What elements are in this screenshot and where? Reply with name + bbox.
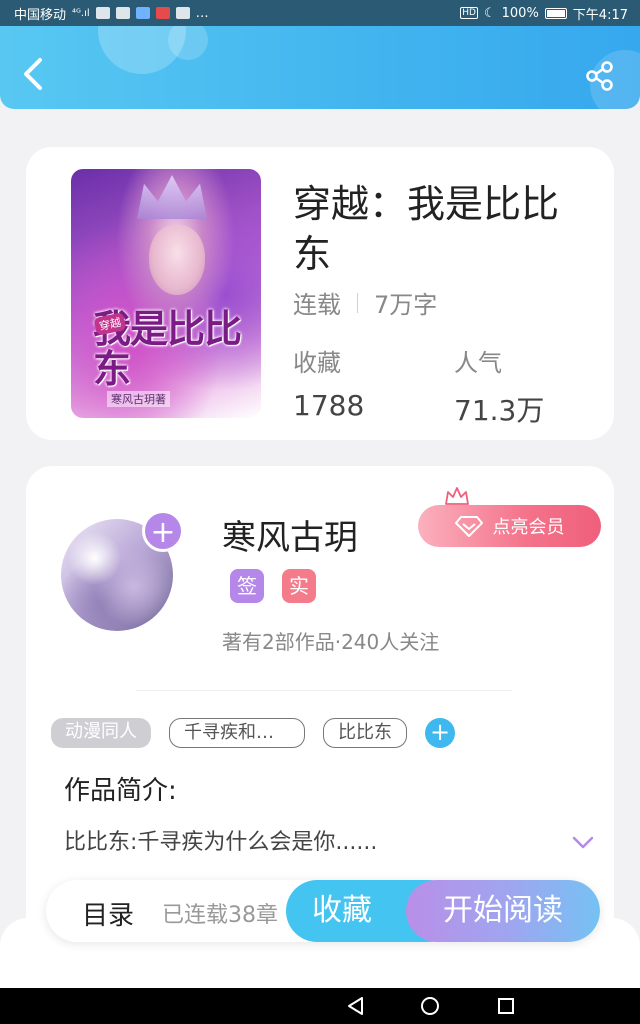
nav-recents-icon[interactable]	[496, 996, 516, 1016]
book-status: 连载	[293, 291, 341, 319]
book-info-card: 我是比比东 穿越 寒风古玥著 穿越：我是比比东 连载 7万字 收藏 1788 人…	[26, 147, 614, 440]
chevron-left-icon	[24, 58, 42, 90]
carrier-label: 中国移动	[14, 7, 67, 23]
vip-button[interactable]: 点亮会员	[418, 505, 601, 547]
follow-author-button[interactable]: +	[142, 510, 184, 552]
share-icon	[586, 61, 613, 91]
app-notification-icon	[155, 7, 170, 19]
plus-icon: +	[150, 515, 176, 550]
favorites-label: 收藏	[293, 349, 341, 377]
hd-indicator: HD	[460, 7, 478, 19]
top-header	[0, 26, 640, 109]
popularity-value: 71.3万	[454, 394, 545, 427]
plus-icon: +	[429, 718, 451, 746]
diamond-icon	[454, 516, 483, 537]
decor-bubble	[168, 26, 208, 60]
book-title: 穿越：我是比比东	[293, 182, 560, 276]
author-card: + 寒风古玥 点亮会员 签 实 著有2部作品·240人关注 动漫同人 千寻疾和比…	[26, 466, 614, 946]
book-meta: 连载 7万字	[293, 285, 437, 320]
intro-text: 比比东:千寻疾为什么会是你......	[64, 830, 378, 855]
nav-home-icon[interactable]	[420, 996, 440, 1016]
back-button[interactable]	[20, 56, 50, 92]
bell-icon	[115, 7, 130, 19]
author-name[interactable]: 寒风古玥	[222, 510, 358, 559]
signed-badge: 签	[230, 569, 264, 603]
divider	[136, 690, 512, 691]
clock: 下午4:17	[572, 7, 628, 23]
battery-icon	[544, 7, 567, 19]
tag-item[interactable]: 比比东	[323, 718, 407, 748]
app-notification-icon	[175, 7, 190, 19]
chapter-count: 已连载38章	[162, 903, 278, 928]
app-notification-icon	[135, 7, 150, 19]
verified-badge: 实	[282, 569, 316, 603]
tag-item[interactable]: 千寻疾和比比东	[169, 718, 305, 748]
intro-title: 作品简介:	[64, 776, 177, 806]
tag-category[interactable]: 动漫同人	[51, 718, 151, 748]
bottom-action-bar: 目录 已连载38章 收藏 开始阅读	[46, 880, 600, 942]
signal-indicator: ⁴ᴳ.ıl	[72, 7, 90, 19]
system-nav-bar	[0, 988, 640, 1024]
status-bar: 中国移动 ⁴ᴳ.ıl … HD ☾ 100% 下午4:17	[0, 0, 640, 26]
start-reading-button[interactable]: 开始阅读	[406, 880, 600, 942]
cover-author: 寒风古玥著	[107, 391, 170, 407]
moon-icon: ☾	[483, 5, 496, 21]
more-notifications: …	[195, 5, 209, 21]
chevron-down-icon[interactable]	[572, 836, 594, 850]
wifi-icon	[95, 7, 110, 19]
share-button[interactable]	[584, 60, 616, 92]
popularity-label: 人气	[454, 349, 502, 377]
meta-divider	[357, 292, 358, 313]
battery-percent: 100%	[501, 5, 539, 21]
vip-label: 点亮会员	[492, 517, 565, 538]
tag-list: 动漫同人 千寻疾和比比东 比比东 +	[51, 718, 455, 748]
nav-back-icon[interactable]	[346, 996, 366, 1016]
book-cover[interactable]: 我是比比东 穿越 寒风古玥著	[71, 169, 261, 418]
cover-character-art	[149, 225, 205, 295]
toc-button[interactable]: 目录	[82, 895, 134, 932]
author-stats: 著有2部作品·240人关注	[222, 630, 440, 654]
add-tag-button[interactable]: +	[425, 718, 455, 748]
word-count: 7万字	[374, 291, 438, 319]
cover-crown-art	[137, 175, 207, 219]
favorites-value: 1788	[293, 389, 365, 422]
